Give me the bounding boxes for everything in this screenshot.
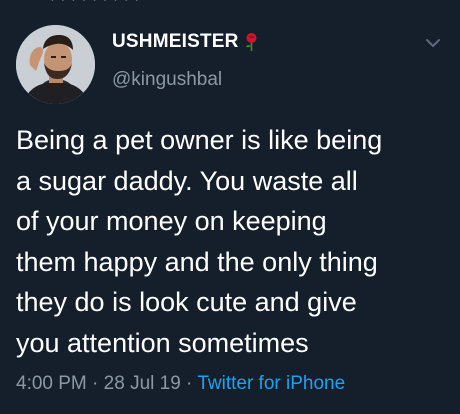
- rose-icon: [243, 32, 260, 52]
- previous-tweet-text: · · · · · · · · ·: [50, 0, 140, 7]
- avatar-image: [16, 25, 95, 104]
- tweet-meta: 4:00 PM · 28 Jul 19 · Twitter for iPhone: [16, 373, 345, 395]
- tweet-text-line: a sugar daddy. You waste all: [16, 165, 358, 196]
- tweet-time: 4:00 PM: [16, 373, 87, 394]
- previous-tweet-fragment: · · · · · · · · ·: [0, 0, 460, 8]
- tweet-source-link[interactable]: Twitter for iPhone: [197, 373, 345, 394]
- avatar[interactable]: [16, 25, 95, 104]
- tweet-date: 28 Jul 19: [103, 373, 181, 394]
- display-name[interactable]: USHMEISTER: [112, 31, 239, 53]
- tweet-text-line: them happy and the only thing: [16, 246, 378, 277]
- author-name-row[interactable]: USHMEISTER: [112, 31, 260, 53]
- tweet-text: Being a pet owner is like being a sugar …: [16, 120, 452, 363]
- chevron-down-icon[interactable]: [424, 34, 442, 52]
- tweet-text-line: Being a pet owner is like being: [16, 125, 383, 155]
- meta-separator: ·: [180, 373, 198, 394]
- tweet-text-line: they do is look cute and give: [16, 287, 357, 317]
- meta-separator: ·: [86, 373, 104, 394]
- tweet-text-line: you attention sometimes: [16, 327, 309, 358]
- author-handle[interactable]: @kingushbal: [112, 69, 222, 91]
- tweet-card: · · · · · · · · · USHMEISTER @kingus: [0, 0, 460, 414]
- tweet-text-line: of your money on keeping: [16, 206, 327, 236]
